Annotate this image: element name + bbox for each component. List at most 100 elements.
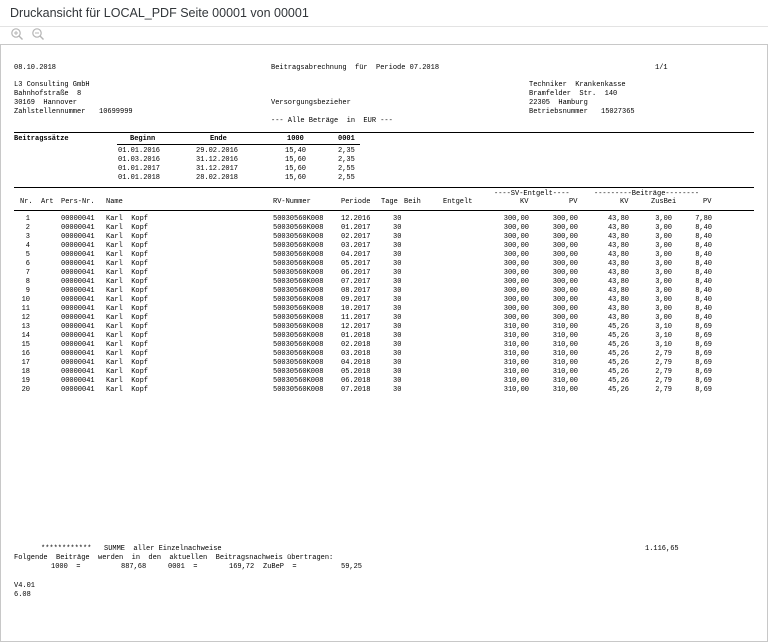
line-1000-label: 1000 =	[51, 563, 81, 571]
cell-kv-sv: 300,00	[503, 233, 529, 241]
cell-zusbei: 2,79	[655, 377, 672, 385]
cell-tage: 30	[393, 359, 402, 367]
cell-pv-sv: 300,00	[552, 305, 578, 313]
cell-periode: 03.2017	[341, 242, 371, 250]
account-number: 10699999	[99, 108, 133, 116]
cell-zusbei: 3,00	[655, 287, 672, 295]
cell-periode: 11.2017	[341, 314, 371, 322]
col-kv-sv: KV	[520, 198, 529, 206]
cell-periode: 05.2018	[341, 368, 371, 376]
cell-name: Karl Kopf	[106, 287, 149, 295]
cell-nr: 13	[21, 323, 30, 331]
cell-name: Karl Kopf	[106, 242, 149, 250]
col-pers-nr: Pers-Nr.	[61, 198, 95, 206]
cell-pers-nr: 00000041	[61, 278, 95, 286]
cell-pers-nr: 00000041	[61, 368, 95, 376]
cell-kv-sv: 300,00	[503, 242, 529, 250]
cell-kv-sv: 300,00	[503, 287, 529, 295]
separator-table-header	[14, 210, 754, 211]
cell-name: Karl Kopf	[106, 377, 149, 385]
table-row: 17 00000041 Karl Kopf 50030560K008 04.2018 30…	[1, 359, 767, 368]
cell-zusbei: 3,10	[655, 323, 672, 331]
cell-pv-sv: 310,00	[552, 368, 578, 376]
cell-periode: 01.2017	[341, 224, 371, 232]
rate-row: 01.03.2016 31.12.2016 15,60 2,35	[1, 156, 767, 165]
cell-zusbei: 3,00	[655, 224, 672, 232]
cell-tage: 30	[393, 386, 402, 394]
footer-version: V4.01	[14, 582, 36, 590]
cell-pv-beitrag: 8,40	[695, 296, 712, 304]
cell-pv-beitrag: 8,69	[695, 350, 712, 358]
cell-kv-beitrag: 43,80	[607, 314, 629, 322]
cell-tage: 30	[393, 332, 402, 340]
table-row: 14 00000041 Karl Kopf 50030560K008 01.2018 30…	[1, 332, 767, 341]
page-number: 1/1	[655, 64, 668, 72]
cell-kv-beitrag: 45,26	[607, 350, 629, 358]
cell-kv-beitrag: 45,26	[607, 341, 629, 349]
cell-name: Karl Kopf	[106, 386, 149, 394]
line-0001-label: 0001 =	[168, 563, 198, 571]
zoom-out-icon[interactable]	[31, 27, 45, 41]
col-nr: Nr.	[20, 198, 33, 206]
cell-pers-nr: 00000041	[61, 386, 95, 394]
cell-zusbei: 2,79	[655, 350, 672, 358]
cell-periode: 04.2017	[341, 251, 371, 259]
cell-kv-beitrag: 43,80	[607, 233, 629, 241]
cell-name: Karl Kopf	[106, 224, 149, 232]
cell-pers-nr: 00000041	[61, 260, 95, 268]
cell-zusbei: 3,00	[655, 260, 672, 268]
cell-zusbei: 3,10	[655, 332, 672, 340]
cell-rv-nummer: 50030560K008	[273, 215, 324, 223]
cell-rv-nummer: 50030560K008	[273, 296, 324, 304]
cell-pers-nr: 00000041	[61, 323, 95, 331]
cell-rv-nummer: 50030560K008	[273, 287, 324, 295]
cell-pv-sv: 310,00	[552, 377, 578, 385]
cell-pv-beitrag: 8,40	[695, 305, 712, 313]
table-row: 10 00000041 Karl Kopf 50030560K008 09.2017 30…	[1, 296, 767, 305]
cell-nr: 9	[25, 287, 30, 295]
zoom-in-icon[interactable]	[10, 27, 24, 41]
rate-0001: 2,55	[338, 174, 355, 182]
recipient-city: 22305 Hamburg	[529, 99, 588, 107]
rate-1000: 15,60	[285, 165, 307, 173]
cell-periode: 12.2016	[341, 215, 371, 223]
cell-kv-sv: 310,00	[503, 359, 529, 367]
cell-pv-sv: 300,00	[552, 269, 578, 277]
cell-name: Karl Kopf	[106, 305, 149, 313]
rate-begin: 01.01.2018	[118, 174, 161, 182]
sender-name: L3 Consulting GmbH	[14, 81, 90, 89]
cell-kv-beitrag: 43,80	[607, 278, 629, 286]
cell-pv-beitrag: 8,40	[695, 242, 712, 250]
cell-pers-nr: 00000041	[61, 350, 95, 358]
cell-nr: 12	[21, 314, 30, 322]
table-row: 9 00000041 Karl Kopf 50030560K008 08.2017 30 3…	[1, 287, 767, 296]
print-preview-page[interactable]: 08.10.2018 Beitragsabrechnung für Period…	[0, 44, 768, 642]
cell-pers-nr: 00000041	[61, 287, 95, 295]
cell-nr: 18	[21, 368, 30, 376]
cell-tage: 30	[393, 323, 402, 331]
cell-zusbei: 2,79	[655, 359, 672, 367]
cell-pv-sv: 300,00	[552, 215, 578, 223]
cell-kv-sv: 310,00	[503, 386, 529, 394]
cell-kv-beitrag: 43,80	[607, 251, 629, 259]
cell-rv-nummer: 50030560K008	[273, 332, 324, 340]
cell-pers-nr: 00000041	[61, 377, 95, 385]
cell-pv-sv: 300,00	[552, 224, 578, 232]
col-tage: Tage	[381, 198, 398, 206]
cell-kv-sv: 310,00	[503, 368, 529, 376]
cell-pv-sv: 300,00	[552, 242, 578, 250]
rate-1000: 15,40	[285, 147, 307, 155]
cell-rv-nummer: 50030560K008	[273, 269, 324, 277]
cell-periode: 08.2017	[341, 287, 371, 295]
cell-pv-beitrag: 8,40	[695, 269, 712, 277]
rate-begin: 01.03.2016	[118, 156, 161, 164]
rate-row: 01.01.2018 28.02.2018 15,60 2,55	[1, 174, 767, 183]
cell-periode: 07.2018	[341, 386, 371, 394]
line-zubep-label: ZuBeP =	[263, 563, 297, 571]
cell-rv-nummer: 50030560K008	[273, 233, 324, 241]
company-number: 15027365	[601, 108, 635, 116]
cell-name: Karl Kopf	[106, 341, 149, 349]
cell-kv-sv: 310,00	[503, 350, 529, 358]
cell-pers-nr: 00000041	[61, 341, 95, 349]
rate-1000: 15,60	[285, 174, 307, 182]
